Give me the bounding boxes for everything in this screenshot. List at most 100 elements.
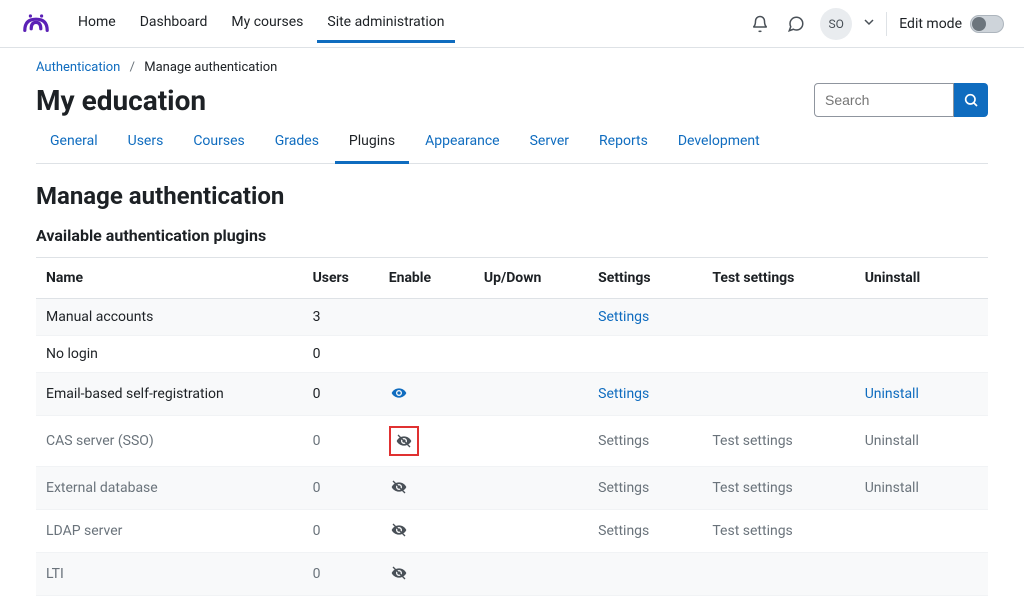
settings-link[interactable]: Settings: [598, 480, 649, 496]
cell-name: LDAP server: [36, 510, 303, 553]
cell-name: LTI: [36, 553, 303, 596]
edit-mode-label: Edit mode: [899, 16, 962, 32]
uninstall-link[interactable]: Uninstall: [865, 480, 919, 496]
edit-mode-toggle[interactable]: [970, 15, 1004, 33]
cell-uninstall: [855, 510, 988, 553]
table-row: CAS server (SSO)0SettingsTest settingsUn…: [36, 416, 988, 467]
cell-uninstall: Uninstall: [855, 373, 988, 416]
topnav-item[interactable]: Dashboard: [130, 4, 218, 43]
edit-mode-control: Edit mode: [899, 15, 1004, 33]
cell-enable: [379, 510, 474, 553]
page-title: My education: [36, 84, 206, 117]
cell-name: CAS server (SSO): [36, 416, 303, 467]
eye-off-icon[interactable]: [394, 431, 414, 451]
cell-test: [702, 373, 854, 416]
table-row: LTI0: [36, 553, 988, 596]
uninstall-link[interactable]: Uninstall: [865, 433, 919, 449]
topnav-item[interactable]: Home: [68, 4, 126, 43]
table-row: External database0 Settings Test settings U…: [36, 467, 988, 510]
eye-icon[interactable]: [389, 383, 409, 403]
cell-users: 0: [303, 467, 379, 510]
th-test: Test settings: [702, 258, 854, 299]
settings-link[interactable]: Settings: [598, 309, 649, 325]
tab-item[interactable]: Users: [114, 123, 178, 164]
user-menu-caret[interactable]: [864, 17, 874, 30]
test-settings-link[interactable]: Test settings: [712, 480, 792, 496]
cell-enable: [379, 336, 474, 373]
cell-name: No login: [36, 336, 303, 373]
tab-item[interactable]: Development: [664, 123, 774, 164]
settings-link[interactable]: Settings: [598, 386, 649, 402]
cell-name: External database: [36, 467, 303, 510]
settings-link[interactable]: Settings: [598, 523, 649, 539]
breadcrumb: Authentication / Manage authentication: [36, 60, 988, 75]
cell-enable: [379, 416, 474, 467]
breadcrumb-separator: /: [130, 60, 135, 75]
cell-uninstall: [855, 553, 988, 596]
tab-item[interactable]: General: [36, 123, 112, 164]
topnav-item[interactable]: Site administration: [317, 4, 454, 43]
cell-test: Test settings: [702, 467, 854, 510]
cell-uninstall: Uninstall: [855, 467, 988, 510]
search-form: [814, 83, 988, 117]
table-row: Email-based self-registration0 Settings Un…: [36, 373, 988, 416]
cell-name: Manual accounts: [36, 299, 303, 336]
th-users: Users: [303, 258, 379, 299]
search-button[interactable]: [954, 83, 988, 117]
cell-users: 0: [303, 336, 379, 373]
eye-off-icon[interactable]: [389, 520, 409, 540]
cell-test: [702, 336, 854, 373]
tab-item[interactable]: Grades: [261, 123, 333, 164]
cell-users: 0: [303, 553, 379, 596]
cell-settings: Settings: [588, 299, 702, 336]
tab-item[interactable]: Courses: [179, 123, 258, 164]
tab-item[interactable]: Appearance: [411, 123, 513, 164]
cell-settings: [588, 336, 702, 373]
settings-link[interactable]: Settings: [598, 433, 649, 449]
th-uninstall: Uninstall: [855, 258, 988, 299]
cell-name: Email-based self-registration: [36, 373, 303, 416]
cell-updown: [474, 336, 588, 373]
cell-settings: [588, 553, 702, 596]
uninstall-link[interactable]: Uninstall: [865, 386, 919, 402]
cell-updown: [474, 373, 588, 416]
search-input[interactable]: [814, 83, 954, 117]
th-name: Name: [36, 258, 303, 299]
highlight-box: [389, 426, 419, 456]
cell-users: 0: [303, 373, 379, 416]
avatar[interactable]: SO: [820, 8, 852, 40]
tab-item[interactable]: Plugins: [335, 123, 409, 164]
cell-test: [702, 299, 854, 336]
section-title: Manage authentication: [36, 182, 988, 210]
chat-icon[interactable]: [784, 12, 808, 36]
auth-plugins-table: Name Users Enable Up/Down Settings Test …: [36, 257, 988, 596]
topnav-item[interactable]: My courses: [221, 4, 313, 43]
subsection-title: Available authentication plugins: [36, 226, 988, 245]
cell-enable: [379, 299, 474, 336]
eye-off-icon[interactable]: [389, 477, 409, 497]
cell-updown: [474, 467, 588, 510]
test-settings-link[interactable]: Test settings: [712, 433, 792, 449]
breadcrumb-current: Manage authentication: [144, 60, 277, 75]
table-row: No login0: [36, 336, 988, 373]
tab-item[interactable]: Server: [516, 123, 583, 164]
cell-updown: [474, 416, 588, 467]
th-settings: Settings: [588, 258, 702, 299]
eye-off-icon[interactable]: [389, 563, 409, 583]
cell-settings: Settings: [588, 467, 702, 510]
table-row: LDAP server0SettingsTest settings: [36, 510, 988, 553]
test-settings-link[interactable]: Test settings: [712, 523, 792, 539]
cell-updown: [474, 553, 588, 596]
cell-test: Test settings: [702, 510, 854, 553]
breadcrumb-parent[interactable]: Authentication: [36, 60, 120, 75]
admin-tabs: GeneralUsersCoursesGradesPluginsAppearan…: [36, 123, 988, 164]
bell-icon[interactable]: [748, 12, 772, 36]
th-enable: Enable: [379, 258, 474, 299]
divider: [886, 12, 887, 36]
brand-logo[interactable]: [20, 8, 52, 40]
cell-uninstall: [855, 299, 988, 336]
cell-uninstall: Uninstall: [855, 416, 988, 467]
cell-settings: Settings: [588, 510, 702, 553]
tab-item[interactable]: Reports: [585, 123, 662, 164]
cell-test: Test settings: [702, 416, 854, 467]
